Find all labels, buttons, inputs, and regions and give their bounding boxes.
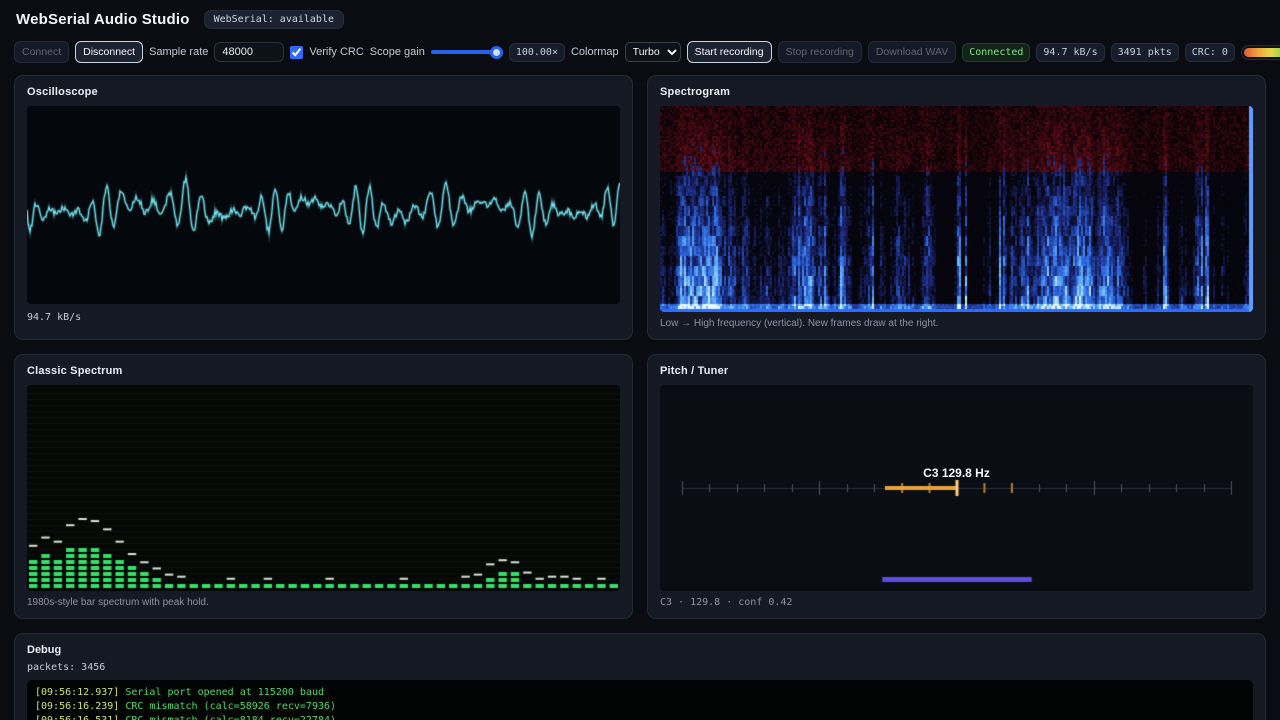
oscilloscope-panel: Oscilloscope 94.7 kB/s [14, 75, 633, 340]
oscilloscope-canvas [27, 106, 620, 304]
app-title: WebSerial Audio Studio [16, 11, 190, 28]
crc-errors-badge: CRC: 0 [1185, 43, 1235, 62]
oscilloscope-rate-text: 94.7 kB/s [27, 312, 620, 323]
classic-spectrum-panel: Classic Spectrum 1980s-style bar spectru… [14, 354, 633, 619]
tuner-note-label: C3 129.8 Hz [923, 466, 990, 480]
tuner-panel: Pitch / Tuner C3 129.8 Hz C3 · 129.8 · c… [647, 354, 1266, 619]
debug-log[interactable]: [09:56:12.937] Serial port opened at 115… [27, 680, 1253, 720]
tuner-title: Pitch / Tuner [660, 365, 1253, 377]
spectrogram-caption: Low → High frequency (vertical). New fra… [660, 318, 1253, 329]
scope-gain-label: Scope gain [370, 46, 425, 58]
spectrogram-panel: Spectrogram Low → High frequency (vertic… [647, 75, 1266, 340]
verify-crc-checkbox[interactable] [290, 46, 303, 59]
level-meter [1241, 45, 1280, 60]
log-line: [09:56:12.937] Serial port opened at 115… [35, 686, 1245, 700]
classic-spectrum-canvas [27, 385, 620, 591]
scope-gain-slider[interactable] [431, 50, 503, 54]
scope-gain-value-badge: 100.00× [509, 43, 565, 62]
tuner-canvas-wrap: C3 129.8 Hz [660, 385, 1253, 591]
connection-status-badge: Connected [962, 43, 1030, 62]
start-recording-button[interactable]: Start recording [687, 41, 772, 63]
webserial-availability-badge: WebSerial: available [204, 10, 344, 29]
spectrogram-canvas [660, 106, 1253, 312]
sample-rate-label: Sample rate [149, 46, 208, 58]
log-line: [09:56:16.239] CRC mismatch (calc=58926 … [35, 700, 1245, 714]
classic-spectrum-title: Classic Spectrum [27, 365, 620, 377]
classic-spectrum-caption: 1980s-style bar spectrum with peak hold. [27, 597, 620, 608]
verify-crc-label: Verify CRC [309, 46, 363, 58]
tuner-caption: C3 · 129.8 · conf 0.42 [660, 597, 1253, 608]
packet-count-badge: 3491 pkts [1111, 43, 1179, 62]
log-line: [09:56:16.531] CRC mismatch (calc=8184 r… [35, 714, 1245, 720]
colormap-select[interactable]: Turbo [625, 42, 681, 62]
disconnect-button[interactable]: Disconnect [75, 41, 143, 63]
data-rate-badge: 94.7 kB/s [1036, 43, 1104, 62]
connect-button[interactable]: Connect [14, 41, 69, 63]
stop-recording-button[interactable]: Stop recording [778, 41, 862, 63]
spectrogram-title: Spectrogram [660, 86, 1253, 98]
app-header: WebSerial Audio Studio WebSerial: availa… [0, 0, 1280, 35]
colormap-label: Colormap [571, 46, 619, 58]
oscilloscope-title: Oscilloscope [27, 86, 620, 98]
debug-packets-count: packets: 3456 [27, 662, 1253, 673]
debug-panel: Debug packets: 3456 [09:56:12.937] Seria… [14, 633, 1266, 720]
level-meter-fill [1244, 48, 1280, 57]
debug-title: Debug [27, 644, 1253, 656]
tuner-canvas [660, 385, 1253, 591]
panel-grid: Oscilloscope 94.7 kB/s Spectrogram Low →… [0, 75, 1280, 619]
toolbar: Connect Disconnect Sample rate Verify CR… [0, 35, 1280, 75]
sample-rate-input[interactable] [214, 42, 284, 62]
download-wav-button[interactable]: Download WAV [868, 41, 956, 63]
